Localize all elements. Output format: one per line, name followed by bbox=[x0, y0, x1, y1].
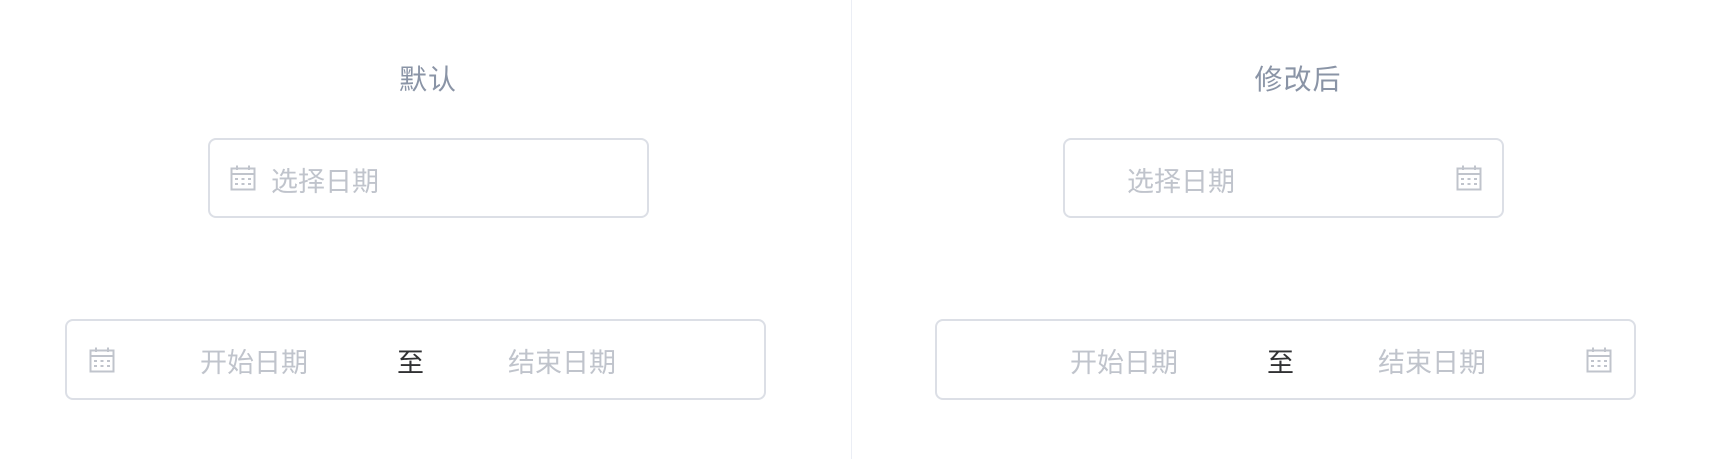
calendar-icon bbox=[230, 165, 256, 191]
range-separator: 至 bbox=[1267, 348, 1294, 379]
calendar-icon bbox=[89, 347, 115, 373]
date-range-picker-default[interactable]: 开始日期 至 结束日期 bbox=[65, 319, 766, 400]
calendar-icon bbox=[1456, 165, 1482, 191]
end-date-placeholder[interactable]: 结束日期 bbox=[1378, 341, 1486, 380]
date-picker-default[interactable]: 选择日期 bbox=[208, 138, 649, 218]
section-title-modified: 修改后 bbox=[1254, 63, 1342, 96]
calendar-icon bbox=[1586, 347, 1612, 373]
start-date-placeholder[interactable]: 开始日期 bbox=[1070, 341, 1178, 380]
page: 默认 选择日期 开始日期 至 结束日期 修改后 选择日期 开始日期 至 结束日期 bbox=[0, 0, 1711, 459]
date-placeholder: 选择日期 bbox=[1127, 167, 1235, 198]
column-divider bbox=[851, 0, 852, 459]
range-separator: 至 bbox=[397, 348, 424, 379]
date-range-picker-modified[interactable]: 开始日期 至 结束日期 bbox=[935, 319, 1636, 400]
end-date-placeholder[interactable]: 结束日期 bbox=[508, 341, 616, 380]
date-picker-modified[interactable]: 选择日期 bbox=[1063, 138, 1504, 218]
section-title-default: 默认 bbox=[398, 63, 457, 96]
date-placeholder: 选择日期 bbox=[271, 167, 379, 198]
start-date-placeholder[interactable]: 开始日期 bbox=[200, 341, 308, 380]
